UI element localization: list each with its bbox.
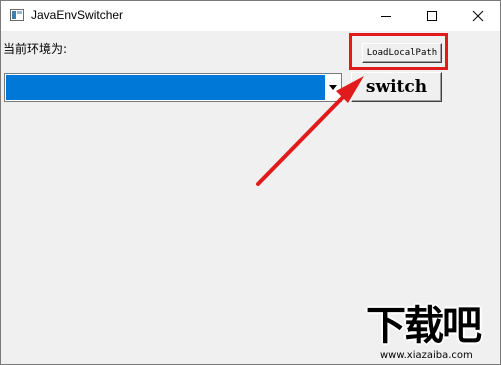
watermark-url: www.xiazaiba.com — [380, 350, 473, 361]
watermark-logo-text: 下载吧 — [366, 303, 482, 349]
site-watermark: 下载吧 www.xiazaiba.com — [366, 304, 498, 362]
